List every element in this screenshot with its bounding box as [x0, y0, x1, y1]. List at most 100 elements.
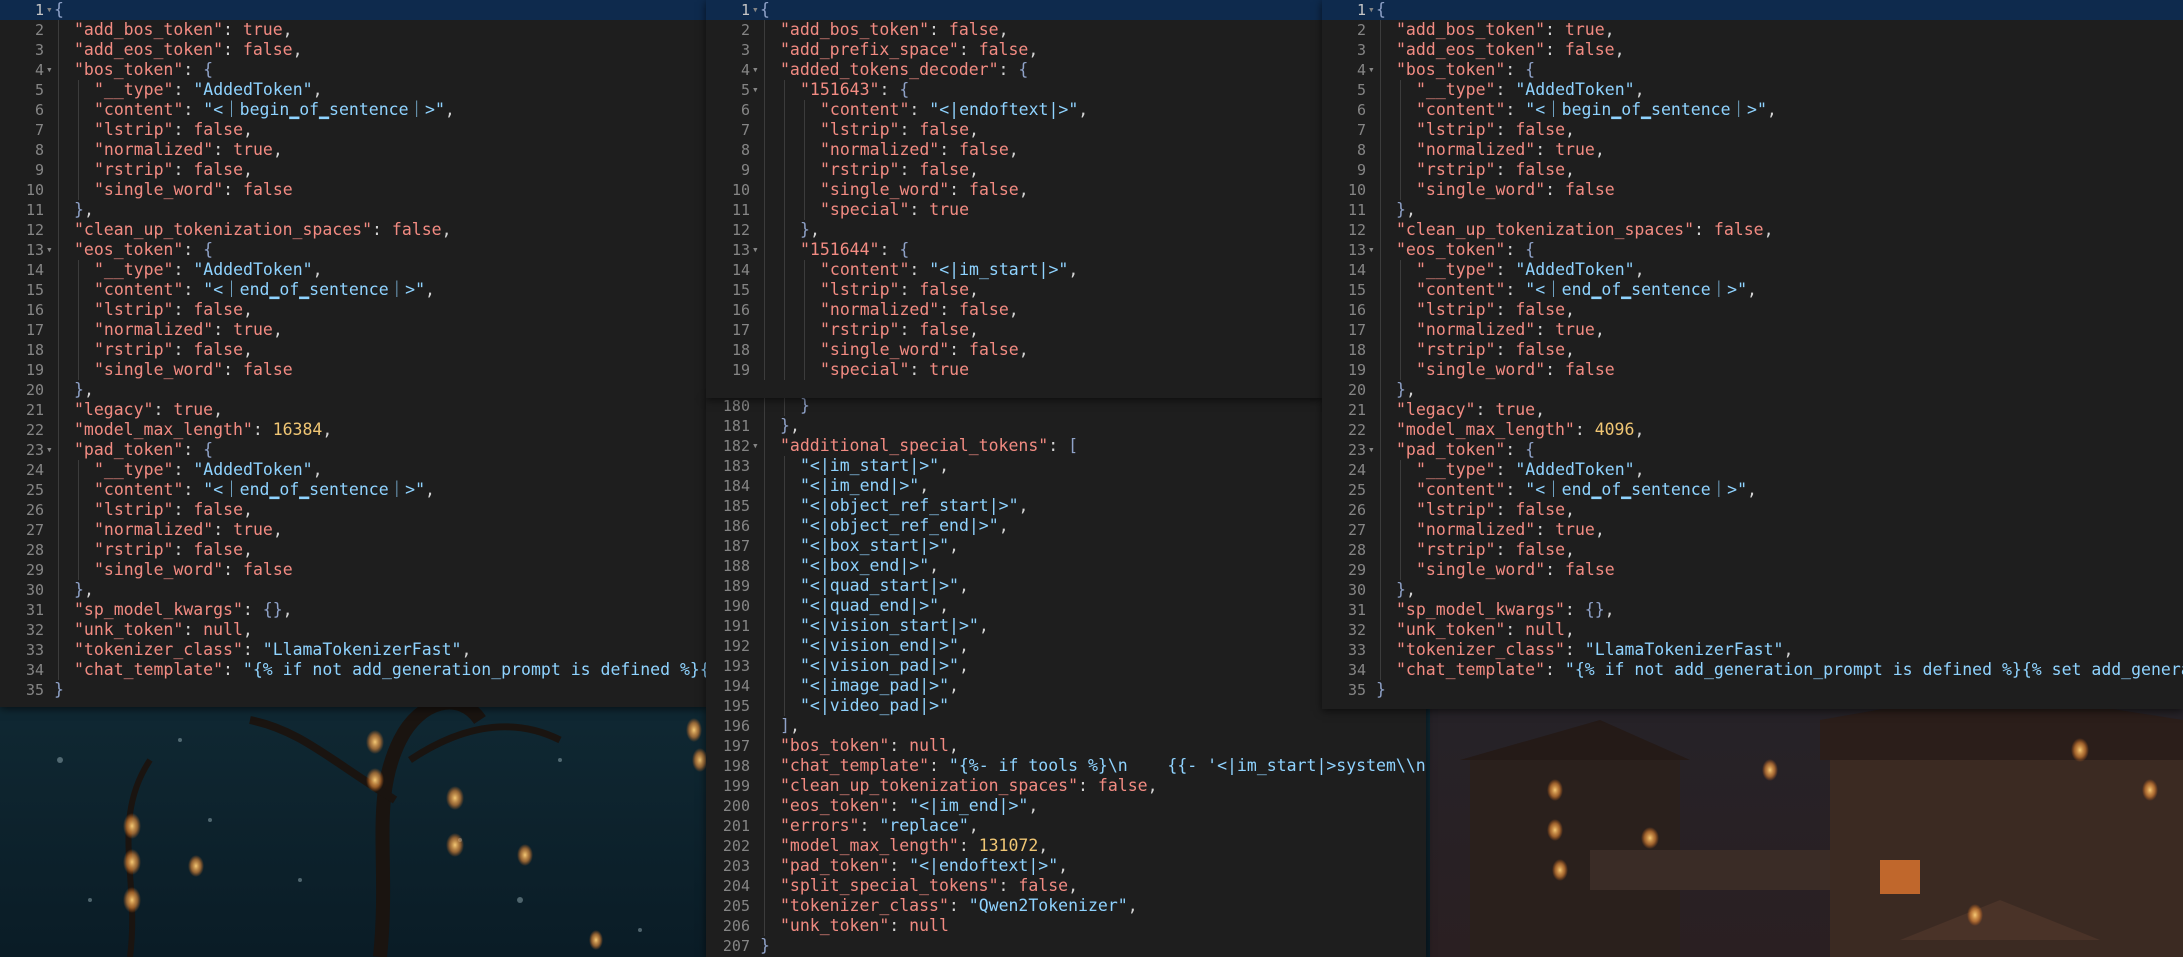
code-line[interactable]: 198 "chat_template": "{%- if tools %}\n {… — [706, 756, 1426, 776]
fold-caret-icon[interactable]: ▾ — [1368, 440, 1378, 460]
code-line[interactable]: 28 "rstrip": false, — [0, 540, 708, 560]
code-line[interactable]: 4 ▾ "added_tokens_decoder": { — [706, 60, 1324, 80]
code-line[interactable]: 1 ▾{ — [706, 0, 1324, 20]
code-line[interactable]: 17 "normalized": true, — [1322, 320, 2183, 340]
code-line[interactable]: 18 "rstrip": false, — [0, 340, 708, 360]
code-line[interactable]: 8 "normalized": false, — [706, 140, 1324, 160]
code-line[interactable]: 34 "chat_template": "{% if not add_genera… — [0, 660, 708, 680]
code-line[interactable]: 27 "normalized": true, — [1322, 520, 2183, 540]
code-line[interactable]: 19 "single_word": false — [1322, 360, 2183, 380]
code-line[interactable]: 1 ▾{ — [0, 0, 708, 20]
code-line[interactable]: 185 "<|object_ref_start|>", — [706, 496, 1426, 516]
code-line[interactable]: 19 "single_word": false — [0, 360, 708, 380]
code-line[interactable]: 13 ▾ "151644": { — [706, 240, 1324, 260]
code-line[interactable]: 2 "add_bos_token": true, — [1322, 20, 2183, 40]
code-line[interactable]: 33 "tokenizer_class": "LlamaTokenizerFast… — [0, 640, 708, 660]
fold-caret-icon[interactable]: ▾ — [46, 240, 56, 260]
code-line[interactable]: 21 "legacy": true, — [1322, 400, 2183, 420]
code-line[interactable]: 194 "<|image_pad|>", — [706, 676, 1426, 696]
code-line[interactable]: 11 "special": true — [706, 200, 1324, 220]
editor-window-left[interactable]: 1 ▾{2 "add_bos_token": true, 3 "add_eos_toke… — [0, 0, 708, 707]
code-line[interactable]: 22 "model_max_length": 4096, — [1322, 420, 2183, 440]
code-line[interactable]: 20}, — [0, 380, 708, 400]
code-line[interactable]: 20}, — [1322, 380, 2183, 400]
code-line[interactable]: 29 "single_word": false — [0, 560, 708, 580]
code-line[interactable]: 1 ▾{ — [1322, 0, 2183, 20]
code-line[interactable]: 8 "normalized": true, — [0, 140, 708, 160]
code-line[interactable]: 21 "legacy": true, — [0, 400, 708, 420]
code-line[interactable]: 11}, — [0, 200, 708, 220]
code-line[interactable]: 17 "normalized": true, — [0, 320, 708, 340]
code-line[interactable]: 22 "model_max_length": 16384, — [0, 420, 708, 440]
code-line[interactable]: 4 ▾ "bos_token": { — [0, 60, 708, 80]
code-line[interactable]: 31 "sp_model_kwargs": {}, — [1322, 600, 2183, 620]
code-line[interactable]: 3 "add_eos_token": false, — [0, 40, 708, 60]
code-line[interactable]: 207} — [706, 936, 1426, 956]
code-line[interactable]: 24 "__type": "AddedToken", — [0, 460, 708, 480]
code-line[interactable]: 199 "clean_up_tokenization_spaces": false… — [706, 776, 1426, 796]
code-line[interactable]: 16 "lstrip": false, — [1322, 300, 2183, 320]
code-line[interactable]: 11}, — [1322, 200, 2183, 220]
code-line[interactable]: 205 "tokenizer_class": "Qwen2Tokenizer", — [706, 896, 1426, 916]
code-line[interactable]: 14 "__type": "AddedToken", — [0, 260, 708, 280]
fold-caret-icon[interactable]: ▾ — [46, 440, 56, 460]
code-line[interactable]: 12 "clean_up_tokenization_spaces": false, — [1322, 220, 2183, 240]
code-line[interactable]: 206 "unk_token": null — [706, 916, 1426, 936]
code-line[interactable]: 32 "unk_token": null, — [0, 620, 708, 640]
fold-caret-icon[interactable]: ▾ — [752, 436, 762, 456]
code-line[interactable]: 187 "<|box_start|>", — [706, 536, 1426, 556]
fold-caret-icon[interactable]: ▾ — [46, 60, 56, 80]
code-line[interactable]: 23 ▾ "pad_token": { — [1322, 440, 2183, 460]
code-line[interactable]: 2 "add_bos_token": false, — [706, 20, 1324, 40]
code-line[interactable]: 12 "clean_up_tokenization_spaces": false, — [0, 220, 708, 240]
code-line[interactable]: 191 "<|vision_start|>", — [706, 616, 1426, 636]
code-line[interactable]: 200 "eos_token": "<|im_end|>", — [706, 796, 1426, 816]
code-line[interactable]: 182 ▾ "additional_special_tokens": [ — [706, 436, 1426, 456]
code-line[interactable]: 18 "rstrip": false, — [1322, 340, 2183, 360]
code-line[interactable]: 5 "__type": "AddedToken", — [1322, 80, 2183, 100]
code-line[interactable]: 29 "single_word": false — [1322, 560, 2183, 580]
code-line[interactable]: 8 "normalized": true, — [1322, 140, 2183, 160]
code-area[interactable]: 1 ▾{2 "add_bos_token": true, 3 "add_eos_toke… — [1322, 0, 2183, 700]
code-line[interactable]: 6 "content": "<｜begin▁of▁sentence｜>", — [0, 100, 708, 120]
code-line[interactable]: 5 ▾ "151643": { — [706, 80, 1324, 100]
code-line[interactable]: 35} — [0, 680, 708, 700]
code-line[interactable]: 201 "errors": "replace", — [706, 816, 1426, 836]
code-line[interactable]: 7 "lstrip": false, — [0, 120, 708, 140]
code-line[interactable]: 181}, — [706, 416, 1426, 436]
fold-caret-icon[interactable]: ▾ — [752, 240, 762, 260]
code-area[interactable]: 1 ▾{2 "add_bos_token": false, 3 "add_prefix_… — [706, 0, 1324, 380]
code-line[interactable]: 18 "single_word": false, — [706, 340, 1324, 360]
code-line[interactable]: 30}, — [1322, 580, 2183, 600]
code-line[interactable]: 15 "lstrip": false, — [706, 280, 1324, 300]
code-line[interactable]: 10 "single_word": false — [0, 180, 708, 200]
fold-caret-icon[interactable]: ▾ — [752, 60, 762, 80]
code-line[interactable]: 3 "add_prefix_space": false, — [706, 40, 1324, 60]
code-line[interactable]: 183 "<|im_start|>", — [706, 456, 1426, 476]
code-line[interactable]: 17 "rstrip": false, — [706, 320, 1324, 340]
code-line[interactable]: 24 "__type": "AddedToken", — [1322, 460, 2183, 480]
code-line[interactable]: 10 "single_word": false — [1322, 180, 2183, 200]
code-line[interactable]: 15 "content": "<｜end▁of▁sentence｜>", — [1322, 280, 2183, 300]
code-line[interactable]: 184 "<|im_end|>", — [706, 476, 1426, 496]
code-line[interactable]: 202 "model_max_length": 131072, — [706, 836, 1426, 856]
code-line[interactable]: 28 "rstrip": false, — [1322, 540, 2183, 560]
code-line[interactable]: 25 "content": "<｜end▁of▁sentence｜>", — [0, 480, 708, 500]
code-line[interactable]: 197 "bos_token": null, — [706, 736, 1426, 756]
fold-caret-icon[interactable]: ▾ — [752, 80, 762, 100]
code-line[interactable]: 190 "<|quad_end|>", — [706, 596, 1426, 616]
code-line[interactable]: 2 "add_bos_token": true, — [0, 20, 708, 40]
code-line[interactable]: 193 "<|vision_pad|>", — [706, 656, 1426, 676]
code-line[interactable]: 9 "rstrip": false, — [0, 160, 708, 180]
code-line[interactable]: 7 "lstrip": false, — [706, 120, 1324, 140]
code-line[interactable]: 186 "<|object_ref_end|>", — [706, 516, 1426, 536]
code-line[interactable]: 16 "lstrip": false, — [0, 300, 708, 320]
code-line[interactable]: 34 "chat_template": "{% if not add_genera… — [1322, 660, 2183, 680]
code-line[interactable]: 12}, — [706, 220, 1324, 240]
code-line[interactable]: 14 "__type": "AddedToken", — [1322, 260, 2183, 280]
code-line[interactable]: 195 "<|video_pad|>" — [706, 696, 1426, 716]
code-line[interactable]: 189 "<|quad_start|>", — [706, 576, 1426, 596]
fold-caret-icon[interactable]: ▾ — [1368, 60, 1378, 80]
code-line[interactable]: 188 "<|box_end|>", — [706, 556, 1426, 576]
code-line[interactable]: 15 "content": "<｜end▁of▁sentence｜>", — [0, 280, 708, 300]
